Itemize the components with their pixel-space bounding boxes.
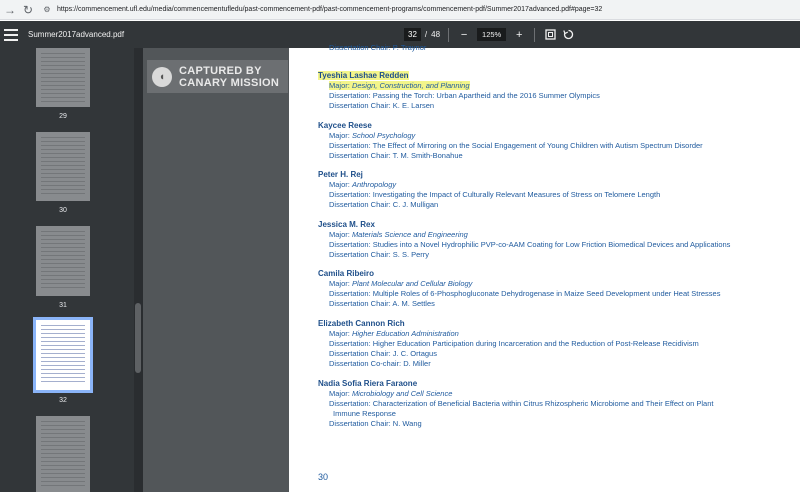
page-thumbnail-31[interactable]	[36, 226, 90, 296]
graduate-entry: Tyeshia Lashae Redden Major: Design, Con…	[318, 71, 600, 110]
sidebar-scrollbar[interactable]	[134, 48, 142, 492]
fit-page-icon[interactable]	[543, 28, 557, 42]
url-text: https://commencement.ufl.edu/media/comme…	[57, 6, 603, 13]
graduate-name: Nadia Sofia Riera Faraone	[318, 379, 418, 388]
graduate-name: Jessica M. Rex	[318, 220, 375, 229]
watermark-text: CAPTURED BY CANARY MISSION	[179, 64, 280, 89]
url-field[interactable]: ⚙ https://commencement.ufl.edu/media/com…	[42, 2, 800, 18]
document-viewer[interactable]: ◖ CAPTURED BY CANARY MISSION Dissertatio…	[143, 43, 800, 492]
graduate-name: Kaycee Reese	[318, 121, 372, 130]
major-value: Materials Science and Engineering	[351, 230, 468, 239]
partial-entry: Dissertation Chair: P. Traynor	[329, 43, 427, 52]
page-thumbnail-32[interactable]	[33, 317, 93, 393]
graduate-entry: Nadia Sofia Riera Faraone Major: Microbi…	[318, 379, 714, 428]
watermark: ◖ CAPTURED BY CANARY MISSION	[147, 60, 288, 93]
zoom-in-button[interactable]: +	[512, 28, 526, 42]
menu-icon[interactable]	[4, 28, 18, 41]
graduate-entry: Elizabeth Cannon Rich Major: Higher Educ…	[318, 319, 699, 368]
canary-logo-icon: ◖	[152, 66, 172, 87]
thumbnail-sidebar: 29 30 31 32	[0, 48, 143, 492]
thumbnail-label: 32	[59, 397, 67, 404]
thumbnail-label: 29	[59, 113, 67, 120]
major-value: Higher Education Administration	[351, 329, 459, 338]
page-number: 30	[318, 472, 329, 482]
graduate-name: Peter H. Rej	[318, 170, 363, 179]
page-thumbnail-30[interactable]	[36, 132, 90, 201]
reload-icon[interactable]: ↻	[20, 2, 36, 18]
page-thumbnail-29[interactable]	[36, 48, 90, 107]
sidebar-scroll-thumb[interactable]	[135, 303, 141, 373]
toolbar-controls: 32 / 48 − 125% +	[404, 26, 575, 43]
file-name: Summer2017advanced.pdf	[28, 30, 125, 39]
page-separator: /	[424, 30, 428, 39]
divider	[448, 27, 450, 42]
graduate-name: Camila Ribeiro	[318, 269, 375, 278]
graduate-entry: Camila Ribeiro Major: Plant Molecular an…	[318, 269, 721, 308]
major-value: School Psychology	[351, 131, 416, 140]
rotate-icon[interactable]	[561, 28, 575, 42]
thumbnail-label: 31	[59, 302, 67, 309]
major-value: Anthropology	[351, 180, 397, 189]
pdf-page: Dissertation Chair: P. Traynor Tyeshia L…	[289, 43, 800, 492]
site-info-icon[interactable]: ⚙	[42, 5, 52, 15]
major-value: Plant Molecular and Cellular Biology	[351, 279, 473, 288]
major-value: Design, Construction, and Planning	[351, 81, 470, 90]
thumbnail-label: 30	[59, 207, 67, 214]
divider	[534, 27, 536, 42]
browser-address-bar: → ↻ ⚙ https://commencement.ufl.edu/media…	[0, 0, 800, 20]
graduate-name: Tyeshia Lashae Redden	[318, 71, 409, 80]
graduate-entry: Jessica M. Rex Major: Materials Science …	[318, 220, 731, 259]
zoom-out-button[interactable]: −	[457, 28, 471, 42]
graduate-entry: Kaycee Reese Major: School Psychology Di…	[318, 121, 703, 160]
major-value: Microbiology and Cell Science	[351, 389, 453, 398]
forward-icon[interactable]: →	[2, 2, 18, 18]
graduate-name: Elizabeth Cannon Rich	[318, 319, 405, 328]
page-number-input[interactable]: 32	[404, 28, 421, 41]
graduate-entry: Peter H. Rej Major: Anthropology Dissert…	[318, 170, 661, 209]
zoom-input[interactable]: 125%	[477, 28, 507, 41]
page-thumbnail-33[interactable]	[36, 416, 90, 492]
total-pages: 48	[431, 30, 441, 39]
